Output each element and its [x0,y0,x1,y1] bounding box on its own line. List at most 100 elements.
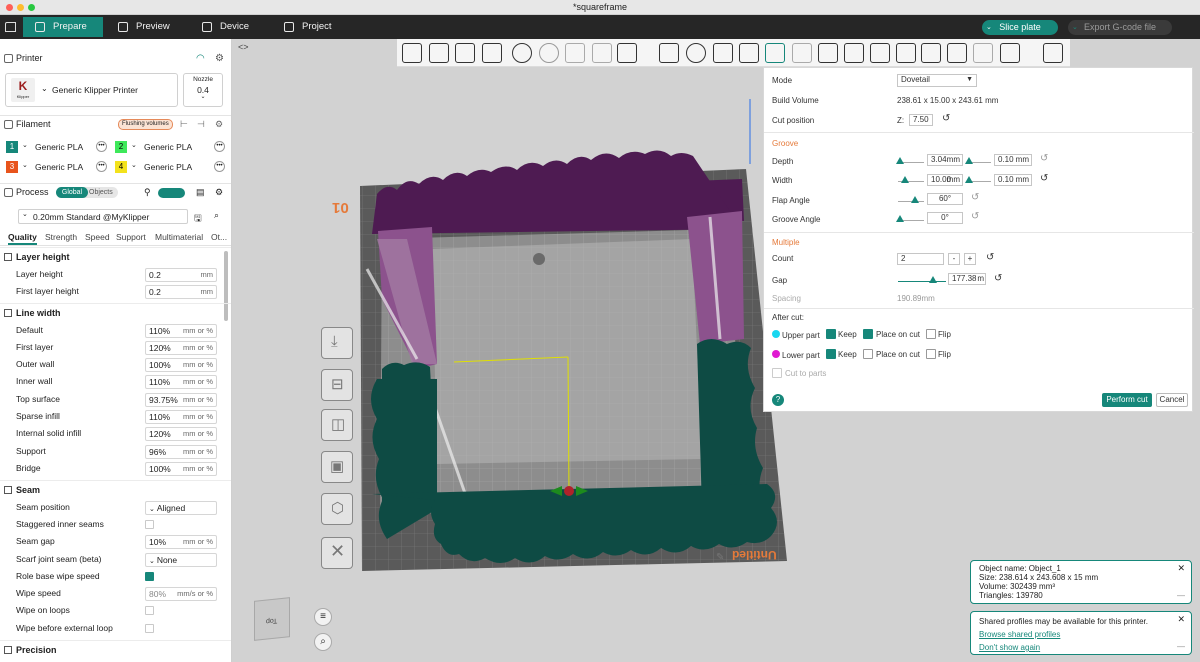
arrange-icon[interactable] [482,43,502,63]
cut-icon[interactable] [765,43,785,63]
minimize-icon[interactable]: — [1177,642,1185,651]
wipe-speed-input[interactable]: 80% mm/s or % [145,587,217,601]
line-width-input[interactable]: 110% mm or % [145,410,217,424]
edit-plate-name-icon[interactable]: ✎ [716,552,724,563]
minimize-window-button[interactable] [17,4,24,11]
staggered-seams-checkbox[interactable] [145,520,154,529]
move-icon[interactable] [659,43,679,63]
text-tool-icon[interactable] [921,43,941,63]
mesh-boolean-icon[interactable] [792,43,812,63]
gap-input[interactable]: 177.38 m [948,273,986,285]
count-decrement-button[interactable]: - [948,253,960,265]
cut-to-parts-checkbox[interactable] [772,368,782,378]
edit-icon[interactable]: ••• [214,141,225,152]
reset-icon[interactable]: ↺ [942,113,950,124]
add-instance-icon[interactable] [512,43,532,63]
scarf-joint-select[interactable]: ⌄ None [145,553,217,567]
width-tolerance-input[interactable]: 0.10 mm [994,174,1032,186]
scale-icon[interactable] [713,43,733,63]
groove-angle-slider[interactable] [896,215,904,222]
line-width-input[interactable]: 120% mm or % [145,427,217,441]
help-icon[interactable]: ? [772,394,784,406]
edit-icon[interactable]: ••• [96,161,107,172]
perform-cut-button[interactable]: Perform cut [1102,393,1152,407]
grid-add-icon[interactable] [429,43,449,63]
line-width-input[interactable]: 110% mm or % [145,375,217,389]
save-preset-icon[interactable]: 🖫 [194,211,202,227]
width-slider[interactable] [901,176,909,183]
role-wipe-checkbox[interactable] [145,572,154,581]
subtab-others[interactable]: Ot... [211,232,227,242]
close-icon[interactable]: ✕ [1177,564,1185,573]
tab-device[interactable]: Device [190,17,270,37]
lower-flip-checkbox[interactable] [926,349,936,359]
upper-keep-checkbox[interactable] [826,329,836,339]
tab-project[interactable]: Project [272,17,352,37]
seam-gap-input[interactable]: 10% mm or % [145,535,217,549]
layer-height-input[interactable]: 0.2 mm [145,268,217,282]
browse-profiles-link[interactable]: Browse shared profiles [979,630,1183,639]
dont-show-again-link[interactable]: Don't show again [979,643,1183,652]
layout-icon[interactable]: ▣ [321,451,353,483]
reset-icon[interactable]: ↺ [971,211,979,222]
seam-position-select[interactable]: ⌄ Aligned [145,501,217,515]
process-settings-icon[interactable]: ⚙ [215,184,223,201]
close-icon[interactable]: ✕ [1177,615,1185,624]
layers-list-icon[interactable] [617,43,637,63]
filament-slot-1[interactable]: 1 ⌄ Generic PLA ••• [6,140,110,155]
depth-tolerance-slider[interactable] [965,157,973,164]
reset-icon[interactable]: ↺ [971,192,979,203]
filament-slot-3[interactable]: 3 ⌄ Generic PLA ••• [6,160,110,175]
export-gcode-button[interactable]: ⌄ Export G-code file [1068,20,1172,35]
split-parts-icon[interactable] [592,43,612,63]
groove-angle-input[interactable]: 0° [927,212,963,224]
rotate-icon[interactable] [686,43,706,63]
upper-place-on-cut-checkbox[interactable] [863,329,873,339]
filament-slot-2[interactable]: 2 ⌄ Generic PLA ••• [115,140,227,155]
view-cube[interactable]: Top [254,597,290,641]
minimize-icon[interactable]: — [1177,591,1185,600]
line-width-input[interactable]: 110% mm or % [145,324,217,338]
gap-slider[interactable] [929,276,937,283]
global-objects-toggle[interactable]: Global Objects [56,187,118,198]
zoom-search-icon[interactable]: ⌕ [314,633,332,651]
compare-icon[interactable]: ▤ [196,184,205,201]
cut-position-input[interactable]: 7.50 [909,114,933,126]
add-cube-icon[interactable] [402,43,422,63]
upper-flip-checkbox[interactable] [926,329,936,339]
subtab-speed[interactable]: Speed [85,232,110,242]
width-tolerance-slider[interactable] [965,176,973,183]
tab-preview[interactable]: Preview [106,17,186,37]
flap-angle-input[interactable]: 60° [927,193,963,205]
wipe-loops-checkbox[interactable] [145,606,154,615]
process-preset-select[interactable]: ⌄ 0.20mm Standard @MyKlipper [18,209,188,224]
flushing-volumes-button[interactable]: Flushing volumes [118,119,173,130]
measure-icon[interactable] [947,43,967,63]
subtab-quality[interactable]: Quality [8,232,37,245]
arrange-sliders-icon[interactable]: ⊟ [321,369,353,401]
color-painting-icon[interactable] [896,43,916,63]
seam-painting-icon[interactable] [844,43,864,63]
depth-input[interactable]: 3.04 mm [927,154,963,166]
reset-icon[interactable]: ↺ [986,252,994,263]
cancel-button[interactable]: Cancel [1156,393,1188,407]
home-icon[interactable] [5,22,16,32]
line-width-input[interactable]: 100% mm or % [145,358,217,372]
orient-icon[interactable]: ⬡ [321,493,353,525]
nozzle-selector[interactable]: Nozzle 0.4 ⌄ [183,73,223,107]
filament-settings-icon[interactable]: ⚙ [215,116,223,133]
advanced-toggle[interactable] [158,188,185,198]
place-on-face-icon[interactable] [739,43,759,63]
tab-prepare[interactable]: Prepare [23,17,103,37]
brim-ears-icon[interactable] [1000,43,1020,63]
menu-icon[interactable]: ≡ [314,608,332,626]
close-window-button[interactable] [6,4,13,11]
settings-icon[interactable]: ⚙ [215,50,224,67]
advanced-settings-icon[interactable]: ⚲ [144,184,151,201]
cut-mode-select[interactable]: Dovetail ▼ [897,74,977,87]
edit-icon[interactable]: ••• [214,161,225,172]
assembly-icon[interactable] [973,43,993,63]
zoom-window-button[interactable] [28,4,35,11]
add-filament-icon[interactable]: ⊢ [180,116,188,133]
line-width-input[interactable]: 96% mm or % [145,445,217,459]
